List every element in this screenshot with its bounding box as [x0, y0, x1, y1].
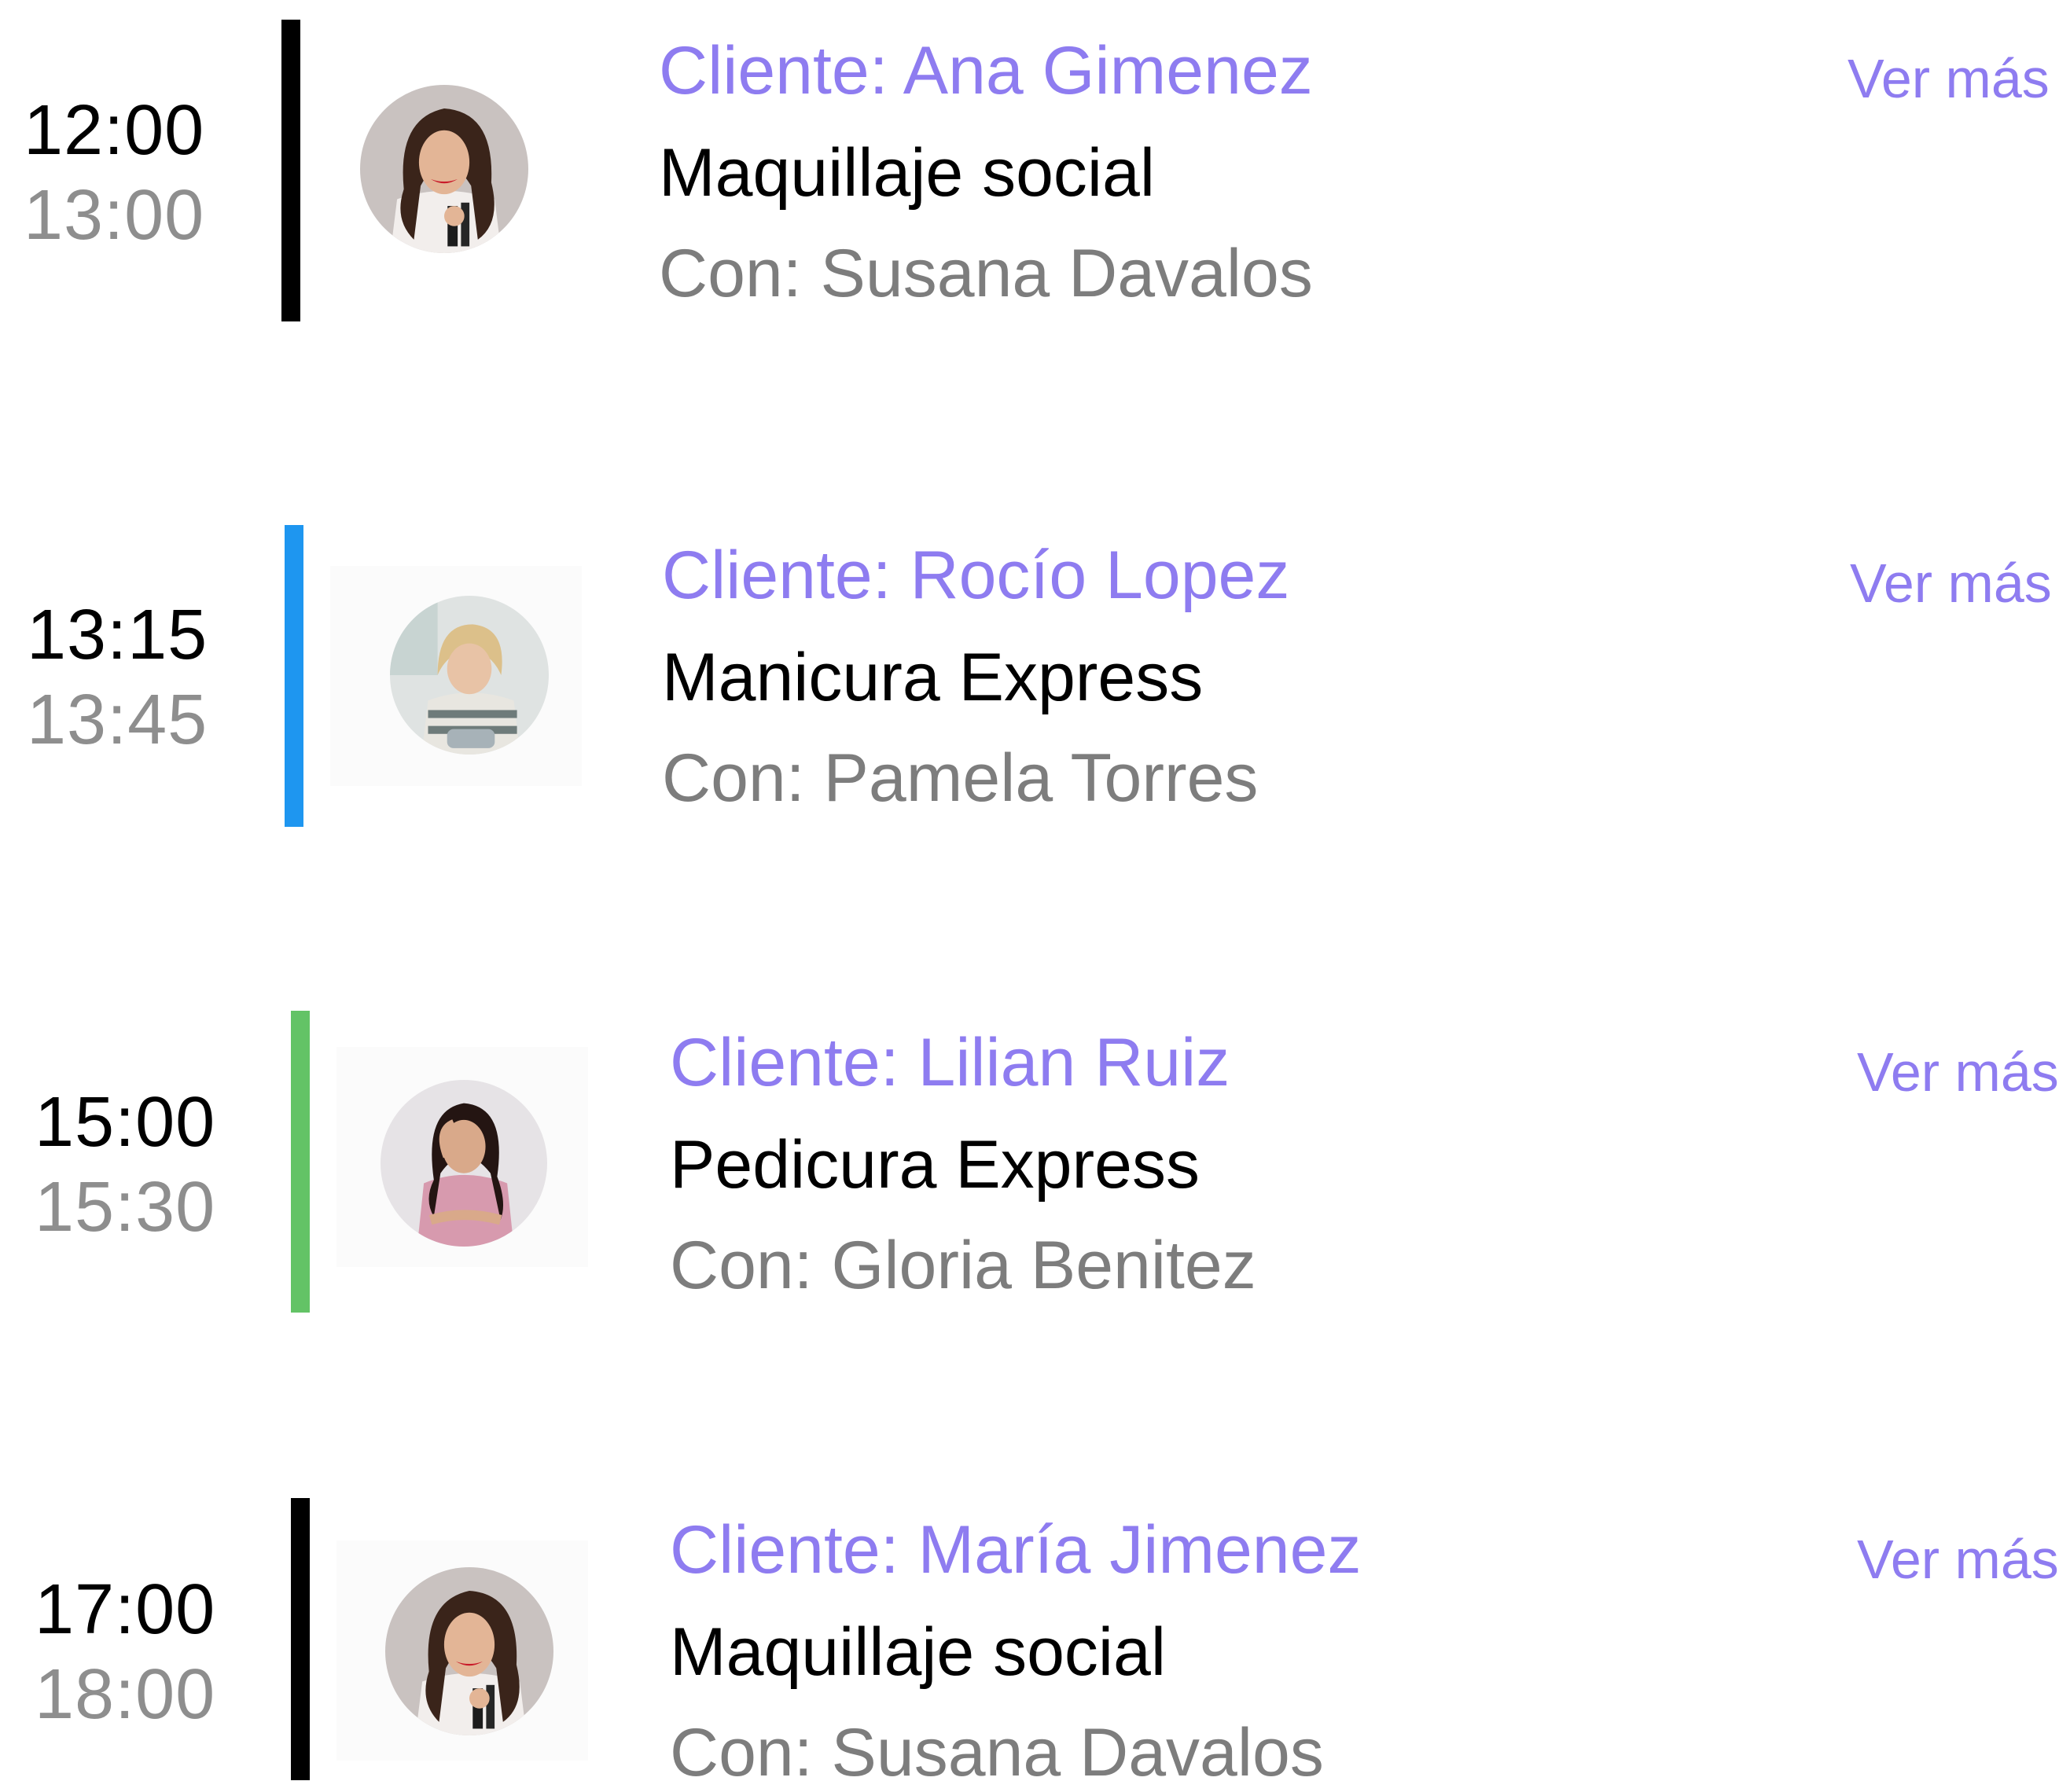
service-name: Pedicura Express — [670, 1127, 1200, 1203]
see-more-link[interactable]: Ver más — [1857, 1528, 2059, 1591]
pedicurist-photo-icon — [381, 1080, 547, 1247]
client-name[interactable]: Cliente: Ana Gimenez — [659, 31, 1759, 110]
time-range: 13:15 13:45 — [27, 593, 263, 762]
avatar — [385, 1567, 553, 1735]
avatar — [381, 1080, 547, 1247]
appointment-item[interactable]: 13:15 13:45 Cliente: Rocío Lopez Manicur… — [0, 505, 2059, 835]
avatar-frame — [336, 1540, 588, 1761]
client-name[interactable]: Cliente: María Jimenez — [670, 1511, 1770, 1589]
end-time: 15:30 — [35, 1168, 216, 1247]
makeup-artist-photo-icon — [385, 1567, 553, 1735]
appointment-details: Cliente: Ana Gimenez Maquillaje social C… — [659, 31, 1759, 313]
service-name: Maquillaje social — [659, 135, 1155, 211]
staff-name: Con: Pamela Torres — [662, 740, 1259, 816]
start-time: 17:00 — [35, 1570, 216, 1649]
appointment-details: Cliente: Rocío Lopez Manicura Express Co… — [662, 536, 1763, 817]
status-bar — [291, 1011, 310, 1313]
start-time: 12:00 — [24, 91, 205, 170]
service-name: Manicura Express — [662, 640, 1204, 715]
status-bar — [281, 20, 300, 321]
end-time: 13:45 — [27, 681, 208, 759]
manicurist-photo-icon — [390, 596, 549, 755]
staff-name: Con: Gloria Benitez — [670, 1228, 1256, 1303]
appointment-details: Cliente: María Jimenez Maquillaje social… — [670, 1511, 1770, 1792]
service-name: Maquillaje social — [670, 1614, 1166, 1690]
makeup-artist-photo-icon — [360, 85, 528, 253]
avatar — [390, 596, 549, 755]
time-range: 17:00 18:00 — [35, 1567, 270, 1737]
client-name[interactable]: Cliente: Rocío Lopez — [662, 536, 1763, 615]
appointment-list: 12:00 13:00 Cliente: Ana Gimenez Maquill… — [0, 0, 2059, 1790]
see-more-link[interactable]: Ver más — [1850, 552, 2052, 615]
start-time: 13:15 — [27, 596, 208, 674]
appointment-item[interactable]: 15:00 15:30 Cliente: Lilian Ruiz Pedicur… — [0, 992, 2059, 1322]
end-time: 13:00 — [24, 176, 205, 255]
start-time: 15:00 — [35, 1083, 216, 1162]
avatar-frame — [336, 1047, 588, 1267]
appointment-item[interactable]: 17:00 18:00 Cliente: María Jimenez Maqui… — [0, 1479, 2059, 1790]
status-bar — [291, 1498, 310, 1780]
time-range: 15:00 15:30 — [35, 1080, 270, 1250]
appointment-item[interactable]: 12:00 13:00 Cliente: Ana Gimenez Maquill… — [0, 0, 2059, 330]
staff-name: Con: Susana Davalos — [670, 1715, 1324, 1790]
time-range: 12:00 13:00 — [24, 88, 259, 258]
avatar-frame — [330, 566, 582, 786]
see-more-link[interactable]: Ver más — [1848, 47, 2050, 110]
status-bar — [285, 525, 303, 827]
appointment-details: Cliente: Lilian Ruiz Pedicura Express Co… — [670, 1023, 1770, 1305]
staff-name: Con: Susana Davalos — [659, 236, 1313, 311]
end-time: 18:00 — [35, 1655, 216, 1734]
avatar — [360, 85, 528, 253]
avatar-frame — [322, 63, 574, 283]
see-more-link[interactable]: Ver más — [1857, 1041, 2059, 1103]
client-name[interactable]: Cliente: Lilian Ruiz — [670, 1023, 1770, 1102]
